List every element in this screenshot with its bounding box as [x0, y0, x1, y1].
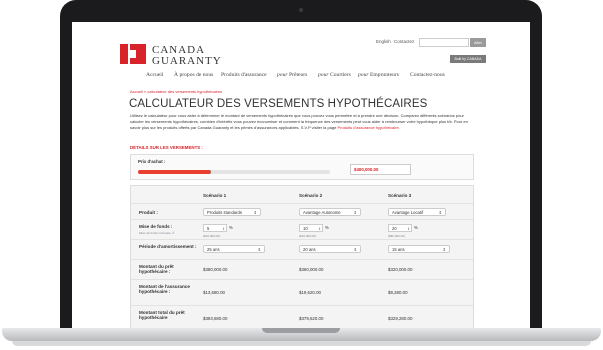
loan-amount-1: $380,000.00	[203, 267, 228, 272]
lang-english-link[interactable]: English	[376, 39, 391, 44]
down-pct-input-3[interactable]: 20 ⇕	[388, 224, 412, 232]
table-row: Mise de fonds : Mise de fonds minimale ⚠…	[131, 219, 473, 240]
price-slider-fill[interactable]	[138, 170, 211, 174]
logo-mark[interactable]	[120, 44, 146, 64]
total-amount-3: $329,280.00	[388, 316, 413, 321]
loan-amount-label: Montant du prêt hypothécaire :	[139, 264, 174, 275]
intro-text: Utilisez le calculateur pour vous aider …	[130, 113, 468, 130]
chevron-updown-icon: ⇕	[257, 247, 261, 252]
nav-home[interactable]: Accueil	[146, 72, 163, 78]
loan-amount-3: $320,000.00	[388, 267, 413, 272]
chevron-updown-icon: ⇕	[253, 210, 257, 215]
pct-sign-1: %	[229, 225, 233, 230]
amortization-select-1[interactable]: 25 ans ⇕	[203, 245, 265, 253]
price-input[interactable]: $400,000.00	[350, 164, 411, 175]
purchase-price-panel: Prix d'achat : $400,000.00	[130, 154, 474, 180]
product-value-3: Avantage Locatif	[392, 210, 424, 215]
amortization-select-3[interactable]: 15 ans ⇕	[388, 245, 450, 253]
scenario-2-header: Scénario 2	[299, 193, 323, 198]
nav-pour-2: pour	[318, 72, 329, 78]
pct-sign-2: %	[325, 225, 329, 230]
spinner-icon[interactable]: ⇕	[407, 225, 410, 233]
scenario-3-header: Scénario 3	[388, 193, 412, 198]
down-pct-input-1[interactable]: 5 ⇕	[203, 224, 227, 232]
product-label: Produit :	[139, 210, 158, 215]
chevron-updown-icon: ⇕	[442, 247, 446, 252]
breadcrumb[interactable]: Accueil » calculateur des versements hyp…	[130, 89, 222, 94]
brand-line2: GUARANTY	[152, 55, 222, 67]
intro-paragraph: Utilisez le calculateur pour vous aider …	[130, 113, 472, 130]
chevron-updown-icon: ⇕	[438, 210, 442, 215]
laptop-notch	[262, 328, 340, 333]
nav-lenders[interactable]: Prêteurs	[289, 72, 307, 78]
nav-pour-3: pour	[358, 72, 369, 78]
nav-about[interactable]: À propos de nous	[174, 72, 213, 78]
insurance-amount-2: $19,620.00	[299, 290, 321, 295]
table-row: Montant du prêt hypothécaire : $380,000.…	[131, 259, 473, 280]
insurance-label: Montant de l'assurance hypothécaire :	[139, 284, 190, 295]
browser-screen: CANADA GUARANTY English Contactez Aller …	[72, 22, 530, 328]
search-button[interactable]: Aller	[470, 38, 486, 47]
product-select-3[interactable]: Avantage Locatif ⇕	[388, 208, 446, 216]
products-link[interactable]: Produits d'assurance hypothécaire.	[337, 125, 399, 130]
lang-contact-link[interactable]: Contactez	[394, 39, 414, 44]
amortization-select-2[interactable]: 20 ans ⇕	[299, 245, 361, 253]
table-row: Produit : Produits standards ⇕ Avantage A…	[131, 203, 473, 220]
price-slider[interactable]	[138, 170, 330, 174]
down-payment-sub: Mise de fonds minimale ⚠	[139, 231, 175, 235]
chevron-updown-icon: ⇕	[353, 210, 357, 215]
info-triangle-icon[interactable]: ⚠	[171, 231, 174, 235]
product-value-2: Avantage Autonome	[303, 210, 341, 215]
down-amount-2: ($40,000.00)	[299, 234, 317, 238]
spinner-icon[interactable]: ⇕	[318, 225, 321, 233]
pct-sign-3: %	[414, 225, 418, 230]
search-input[interactable]	[419, 38, 469, 47]
down-payment-label: Mise de fonds :	[139, 224, 173, 229]
page-title: CALCULATEUR DES VERSEMENTS HYPOTHÉCAIRES	[129, 98, 428, 110]
product-select-1[interactable]: Produits standards ⇕	[203, 208, 261, 216]
price-label: Prix d'achat :	[138, 159, 166, 164]
total-label: Montant total du prêt hypothécaire	[139, 310, 185, 321]
loan-amount-2: $360,000.00	[299, 267, 324, 272]
scenario-1-header: Scénario 1	[203, 193, 227, 198]
chevron-updown-icon: ⇕	[353, 247, 357, 252]
main-nav: Accueil À propos de nous Produits d'assu…	[72, 72, 530, 82]
total-amount-2: $379,620.00	[299, 316, 324, 321]
nav-products[interactable]: Produits d'assurance	[221, 72, 267, 78]
scenario-table: Scénario 1 Scénario 2 Scénario 3 Produit…	[130, 185, 474, 328]
camera-dot	[299, 8, 303, 12]
nav-brokers[interactable]: Courtiers	[330, 72, 351, 78]
table-row: Montant de l'assurance hypothécaire : $1…	[131, 279, 473, 306]
total-amount-1: $393,680.00	[203, 316, 228, 321]
insurance-amount-1: $13,680.00	[203, 290, 225, 295]
nav-pour-1: pour	[277, 72, 288, 78]
details-heading: DÉTAILS SUR LES VERSEMENTS :	[130, 145, 203, 150]
nav-contact[interactable]: Contactez-nous	[410, 72, 445, 78]
product-select-2[interactable]: Avantage Autonome ⇕	[299, 208, 361, 216]
insurance-amount-3: $9,280.00	[388, 290, 408, 295]
table-row: Montant total du prêt hypothécaire $393,…	[131, 305, 473, 328]
amortization-label: Période d'amortissement :	[139, 244, 197, 249]
laptop-shadow	[12, 341, 591, 346]
certification-badge: Built by CANADA	[450, 55, 486, 63]
down-amount-3: ($80,000.00)	[388, 234, 406, 238]
table-row: Période d'amortissement : 25 ans ⇕ 20 ans…	[131, 239, 473, 260]
down-pct-input-2[interactable]: 10 ⇕	[299, 224, 323, 232]
product-value-1: Produits standards	[207, 210, 242, 215]
down-amount-1: ($20,000.00)	[203, 234, 221, 238]
spinner-icon[interactable]: ⇕	[222, 225, 225, 233]
nav-borrowers[interactable]: Emprunteurs	[370, 72, 399, 78]
